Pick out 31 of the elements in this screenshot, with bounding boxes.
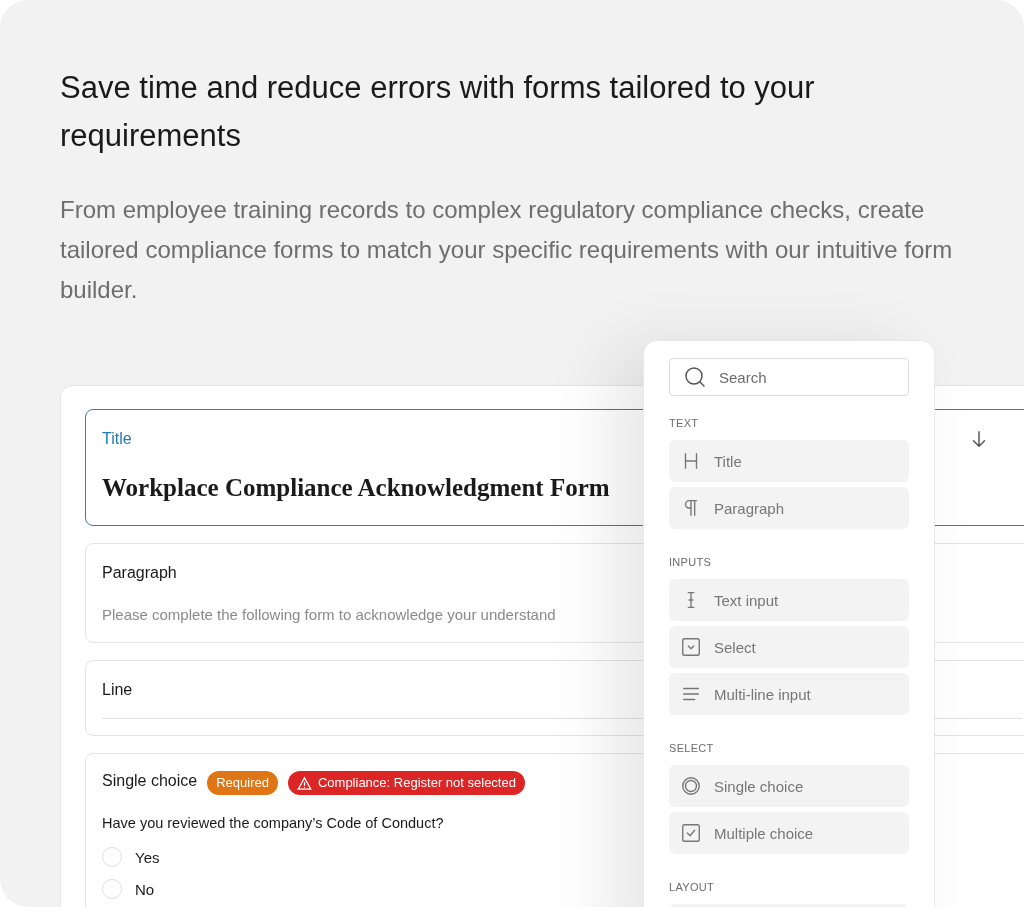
- palette-item[interactable]: Title: [669, 440, 909, 482]
- block-label: Line: [102, 680, 133, 700]
- palette-item[interactable]: Text input: [669, 579, 909, 621]
- palette-item[interactable]: Single choice: [669, 765, 909, 807]
- required-badge: Required: [207, 771, 278, 795]
- block-label: Paragraph: [102, 563, 177, 583]
- palette-item[interactable]: Select: [669, 626, 909, 668]
- palette-item[interactable]: Multiple choice: [669, 812, 909, 854]
- option-label: Yes: [135, 848, 160, 866]
- dropdown-icon: [680, 636, 702, 658]
- section-title: LAYOUT: [669, 880, 715, 894]
- section-title: INPUTS: [669, 555, 713, 569]
- search-field[interactable]: Search: [669, 358, 909, 396]
- search-icon: [683, 365, 707, 389]
- form-title: Workplace Compliance Acknowledgment Form: [102, 473, 611, 503]
- palette-item[interactable]: Multi-line input: [669, 673, 909, 715]
- heading: Save time and reduce errors with forms tailored to your requirements: [60, 69, 816, 155]
- question-text: Have you reviewed the company’s Code of Conduct?: [102, 814, 445, 832]
- block-label: Title: [102, 429, 132, 449]
- section-title: TEXT: [669, 416, 700, 430]
- radio-button[interactable]: [102, 879, 122, 899]
- checkbox-icon: [680, 822, 702, 844]
- warning-badge: Compliance: Register not selected: [287, 771, 525, 795]
- description: From employee training records to complex regulatory compliance checks, create tailored compliance forms to match your specific requirements with our intuitive form builder.: [60, 195, 954, 305]
- section-title: SELECT: [669, 741, 715, 755]
- block-label: Single choice: [102, 771, 198, 791]
- palette-item[interactable]: Paragraph: [669, 487, 909, 529]
- paragraph-text: Please complete the following form to acknowledge your understand: [102, 605, 557, 625]
- option-label: No: [135, 880, 155, 898]
- radio-icon: [680, 775, 702, 797]
- radio-button[interactable]: [102, 847, 122, 867]
